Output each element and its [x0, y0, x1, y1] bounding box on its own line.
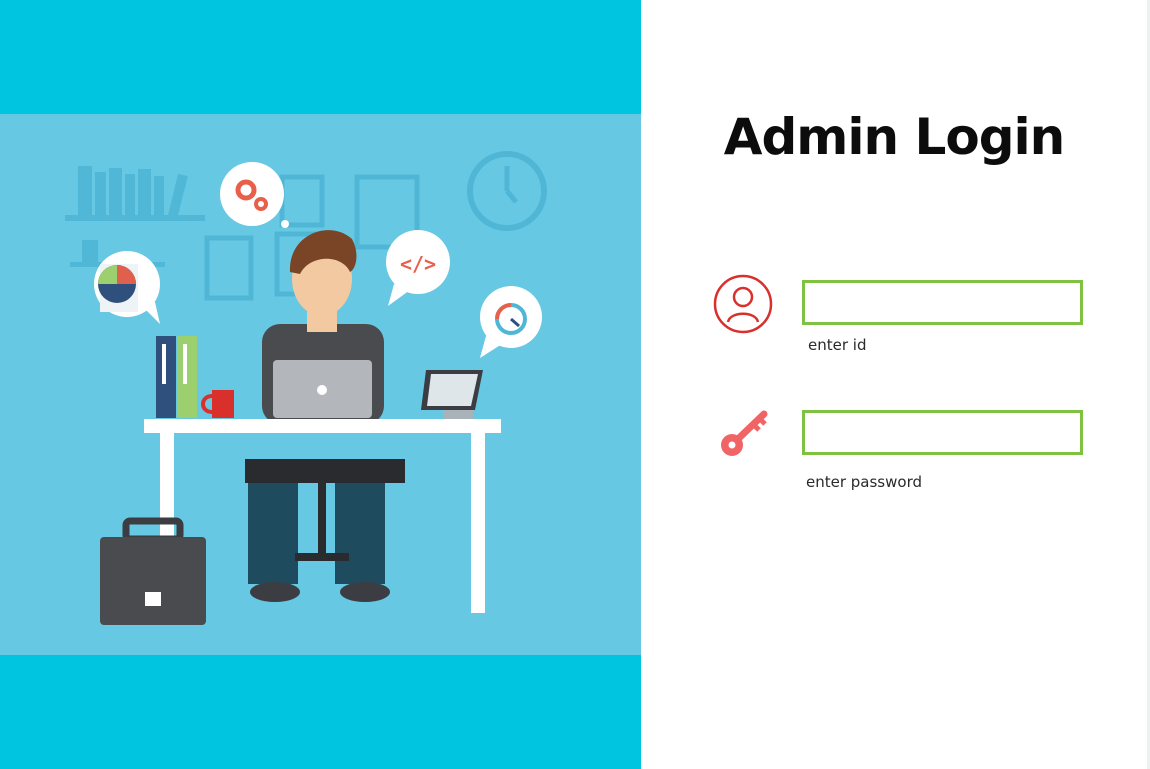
gauge-bubble-icon [480, 286, 542, 358]
bookshelf-icon [65, 166, 205, 267]
chart-bubble-icon [94, 251, 160, 324]
password-hint-label: enter password [806, 473, 922, 491]
hero-illustration: </> [0, 114, 641, 655]
password-input[interactable] [802, 410, 1083, 455]
id-input[interactable] [802, 280, 1083, 325]
key-icon [713, 404, 777, 468]
clock-icon [467, 151, 547, 231]
code-bubble-icon: </> [386, 230, 450, 306]
login-panel: Admin Login enter id enter password [641, 0, 1147, 769]
page-title: Admin Login [723, 108, 1065, 166]
id-hint-label: enter id [808, 336, 867, 354]
briefcase-icon [100, 517, 206, 625]
left-panel: </> [0, 0, 641, 769]
gears-bubble-icon [220, 162, 289, 228]
svg-text:</>: </> [400, 252, 436, 276]
user-icon [711, 272, 775, 336]
